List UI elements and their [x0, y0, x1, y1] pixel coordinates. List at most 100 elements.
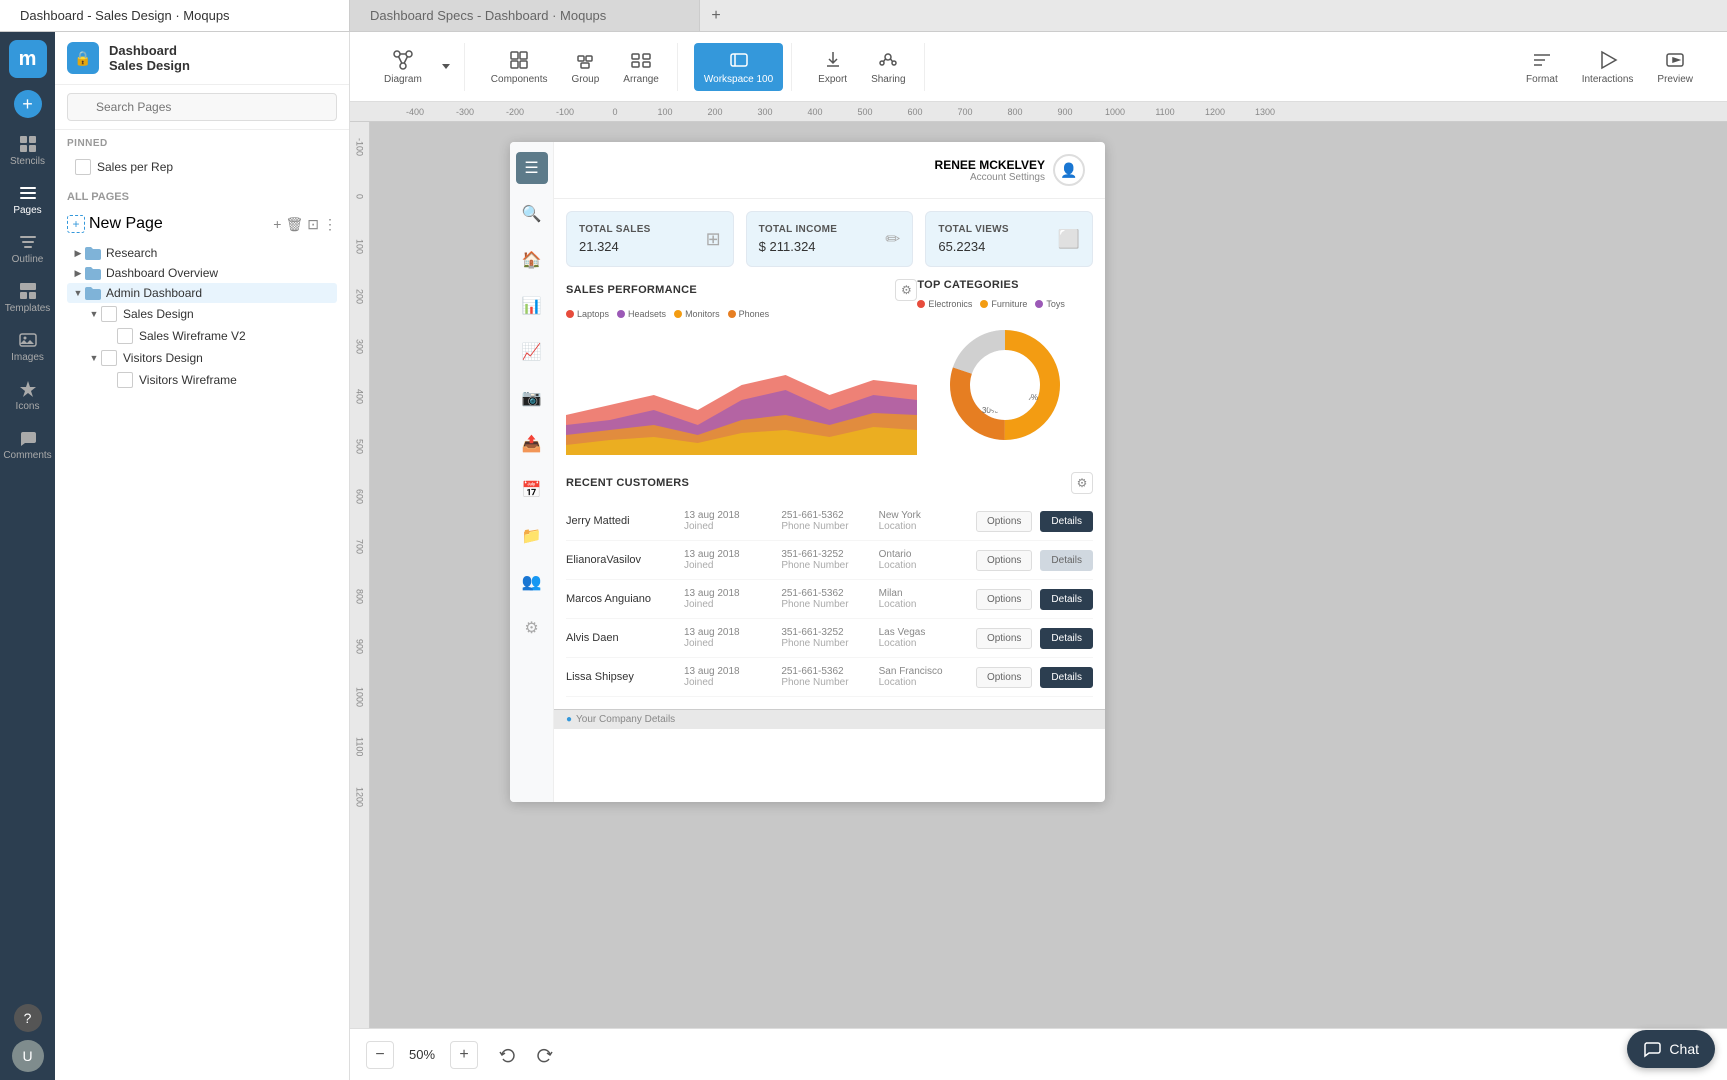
history-buttons [494, 1041, 558, 1069]
title-bar: Dashboard - Sales Design · Moqups Dashbo… [0, 0, 1727, 32]
options-button-1[interactable]: Options [976, 550, 1032, 571]
donut-chart: 20% 50% 30% [917, 315, 1093, 455]
details-button-3[interactable]: Details [1040, 628, 1093, 649]
dash-nav-users[interactable]: 👥 [516, 566, 548, 598]
details-button-4[interactable]: Details [1040, 667, 1093, 688]
components-button[interactable]: Components [481, 43, 558, 91]
ruler-mark: -300 [440, 107, 490, 117]
sidebar-item-stencils[interactable]: Stencils [0, 126, 55, 175]
top-categories-header: TOP CATEGORIES [917, 279, 1093, 291]
tree-row-visitors-wireframe[interactable]: Visitors Wireframe [99, 369, 337, 391]
chat-button[interactable]: Chat [1627, 1030, 1715, 1068]
delete-icon[interactable]: 🗑 [285, 216, 303, 233]
dash-nav-settings[interactable]: ⚙ [516, 612, 548, 644]
dash-nav-export[interactable]: 📤 [516, 428, 548, 460]
tab-inactive[interactable]: Dashboard Specs - Dashboard · Moqups [350, 0, 700, 31]
add-icon[interactable]: + [273, 216, 281, 233]
dash-nav-photo[interactable]: 📷 [516, 382, 548, 414]
details-button-2[interactable]: Details [1040, 589, 1093, 610]
dash-nav-search[interactable]: 🔍 [516, 198, 548, 230]
stat-sales-icon: ⊞ [706, 229, 721, 250]
sidebar-item-comments[interactable]: Comments [0, 420, 55, 469]
tree-admin-dashboard: ▼ Admin Dashboard ▼ Sales Design S [67, 283, 337, 391]
donut-svg: 20% 50% 30% [945, 325, 1065, 445]
copy-icon[interactable]: ⊡ [307, 216, 319, 233]
sidebar-item-pages[interactable]: Pages [0, 175, 55, 224]
tree-row-sales-wireframe[interactable]: Sales Wireframe V2 [99, 325, 337, 347]
group-button[interactable]: Group [562, 43, 610, 91]
sidebar-item-templates[interactable]: Templates [0, 273, 55, 322]
sidebar-item-icons[interactable]: Icons [0, 371, 55, 420]
customer-name-0: Jerry Mattedi [566, 515, 676, 527]
sales-legend: Laptops Headsets Monitors Phones [566, 309, 917, 319]
canvas-scroll[interactable]: ☰ 🔍 🏠 📊 📈 📷 📤 📅 📁 👥 ⚙ [370, 122, 1727, 1028]
dash-menu-icon[interactable]: ☰ [516, 152, 548, 184]
export-button[interactable]: Export [808, 43, 857, 91]
zoom-minus-button[interactable]: − [366, 1041, 394, 1069]
options-button-0[interactable]: Options [976, 511, 1032, 532]
tree-row-sales-design[interactable]: ▼ Sales Design [83, 303, 337, 325]
toolbar-components-group: Components Group Arrange [473, 43, 678, 91]
tree-row-research[interactable]: ▶ Research [67, 243, 337, 263]
tab-active[interactable]: Dashboard - Sales Design · Moqups [0, 0, 350, 31]
legend-monitors: Monitors [674, 309, 720, 319]
dash-nav-line[interactable]: 📈 [516, 336, 548, 368]
dash-nav-home[interactable]: 🏠 [516, 244, 548, 276]
tree-row-dashboard-overview[interactable]: ▶ Dashboard Overview [67, 263, 337, 283]
details-button-1[interactable]: Details [1040, 550, 1093, 571]
customer-phone-4: 251-661-5362Phone Number [781, 666, 870, 688]
add-page-button[interactable]: + [14, 90, 42, 118]
tree-research: ▶ Research [67, 243, 337, 263]
preview-button[interactable]: Preview [1647, 43, 1703, 91]
add-tab-button[interactable]: + [700, 0, 732, 31]
format-button[interactable]: Format [1516, 43, 1568, 91]
customer-location-2: MilanLocation [879, 588, 968, 610]
ruler-mark: 1200 [1190, 107, 1240, 117]
top-categories-title: TOP CATEGORIES [917, 279, 1018, 291]
diagram-dropdown[interactable] [436, 60, 456, 73]
customer-phone-3: 351-661-3252Phone Number [781, 627, 870, 649]
options-button-3[interactable]: Options [976, 628, 1032, 649]
redo-button[interactable] [530, 1041, 558, 1069]
tree-row-visitors-design[interactable]: ▼ Visitors Design [83, 347, 337, 369]
legend-toys: Toys [1035, 299, 1065, 309]
pinned-page-item[interactable]: Sales per Rep [67, 155, 337, 179]
customer-row-3: Alvis Daen 13 aug 2018Joined 351-661-325… [566, 619, 1093, 658]
help-button[interactable]: ? [14, 1004, 42, 1032]
customer-date-0: 13 aug 2018Joined [684, 510, 773, 532]
new-page-row[interactable]: + New Page + 🗑 ⊡ ⋮ [67, 211, 337, 237]
sales-chart-settings[interactable]: ⚙ [895, 279, 917, 301]
options-button-4[interactable]: Options [976, 667, 1032, 688]
search-bar: 🔍 [55, 85, 349, 130]
dash-nav-bar[interactable]: 📊 [516, 290, 548, 322]
user-avatar[interactable]: U [12, 1040, 44, 1072]
interactions-button[interactable]: Interactions [1572, 43, 1644, 91]
dash-nav-file[interactable]: 📁 [516, 520, 548, 552]
diagram-button[interactable]: Diagram [374, 43, 432, 91]
dash-avatar[interactable]: 👤 [1053, 154, 1085, 186]
search-input[interactable] [67, 93, 337, 121]
more-icon[interactable]: ⋮ [323, 216, 337, 233]
customer-location-3: Las VegasLocation [879, 627, 968, 649]
stat-income-value: $ 211.324 [759, 239, 838, 254]
dash-nav-calendar[interactable]: 📅 [516, 474, 548, 506]
undo-button[interactable] [494, 1041, 522, 1069]
toolbar-right-group: Format Interactions Preview [1508, 43, 1711, 91]
options-button-2[interactable]: Options [976, 589, 1032, 610]
sidebar-item-images[interactable]: Images [0, 322, 55, 371]
details-button-0[interactable]: Details [1040, 511, 1093, 532]
arrange-button[interactable]: Arrange [613, 43, 669, 91]
customers-header: RECENT CUSTOMERS ⚙ [566, 472, 1093, 494]
workspace-label: Workspace 100 [704, 74, 773, 85]
stat-income-info: TOTAL INCOME $ 211.324 [759, 224, 838, 254]
sidebar-item-outline[interactable]: Outline [0, 224, 55, 273]
ruler-mark: 700 [940, 107, 990, 117]
components-label: Components [491, 74, 548, 85]
tree-row-admin-dashboard[interactable]: ▼ Admin Dashboard [67, 283, 337, 303]
customers-settings[interactable]: ⚙ [1071, 472, 1093, 494]
ruler-mark: 100 [640, 107, 690, 117]
sharing-button[interactable]: Sharing [861, 43, 915, 91]
workspace-button[interactable]: Workspace 100 [694, 43, 783, 91]
ruler-mark: 900 [1040, 107, 1090, 117]
zoom-plus-button[interactable]: + [450, 1041, 478, 1069]
